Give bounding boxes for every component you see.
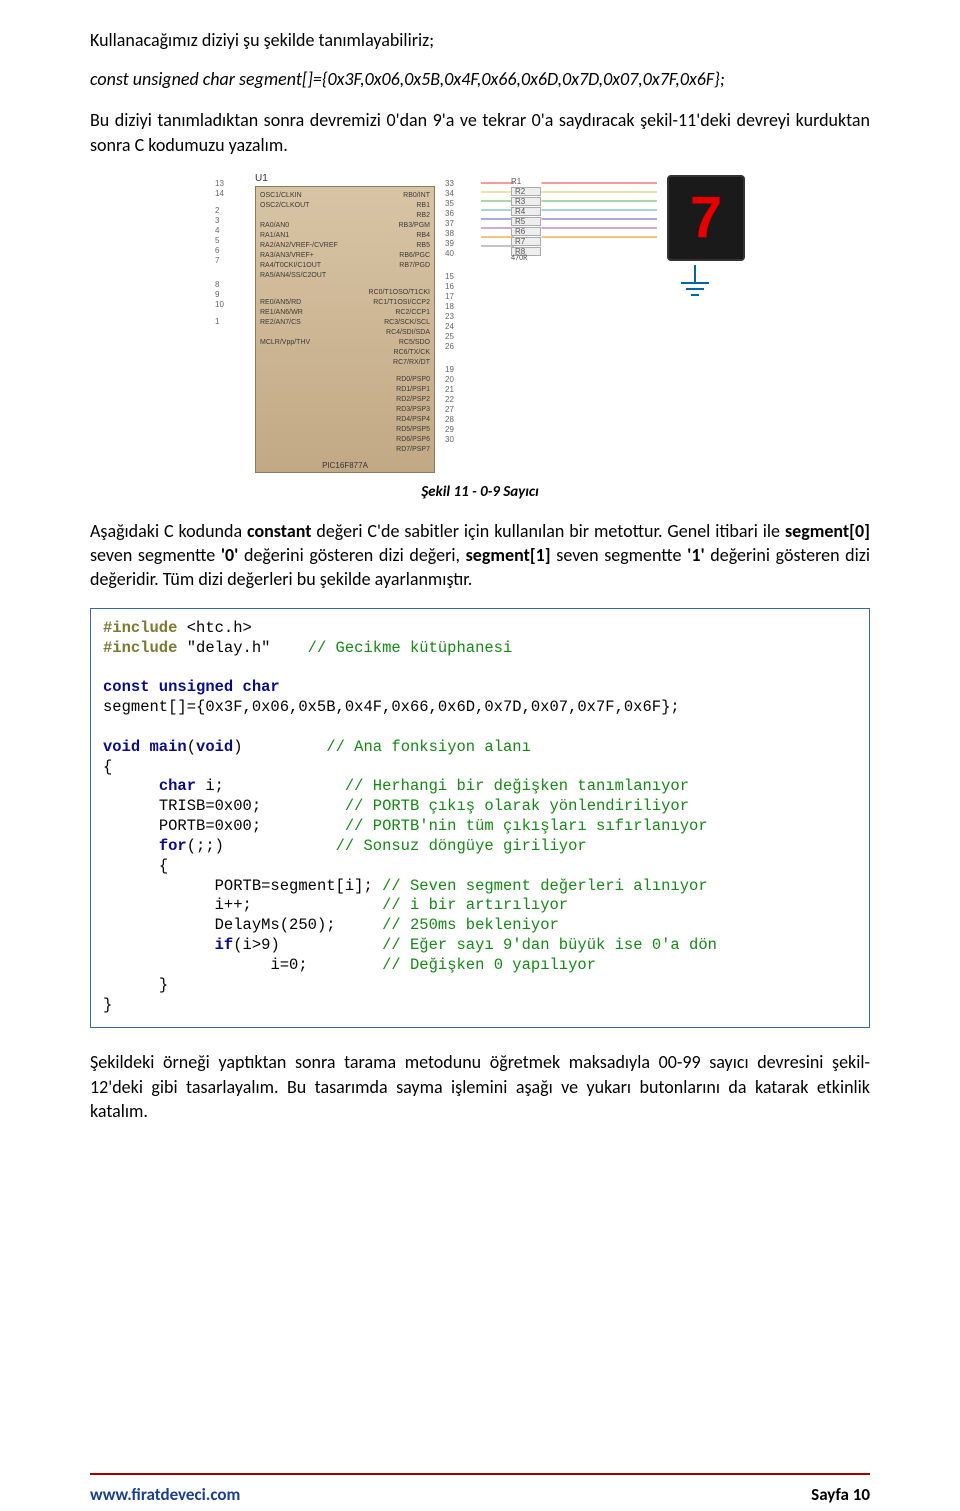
- pin: 19: [445, 365, 471, 374]
- text: değeri C'de sabitler için kullanılan bir…: [311, 520, 785, 542]
- pin: 17: [445, 292, 471, 301]
- pin: 16: [445, 282, 471, 291]
- pin: 28: [445, 415, 471, 424]
- paragraph-outro: Şekildeki örneği yaptıktan sonra tarama …: [90, 1050, 870, 1123]
- pin: 30: [445, 435, 471, 444]
- text-bold: segment[0]: [785, 520, 870, 542]
- pin: 38: [445, 229, 471, 238]
- chip-rows: OSC1/CLKINRB0/INT OSC2/CLKOUTRB1 RB2 RA0…: [260, 191, 430, 454]
- text-bold: segment[1]: [466, 544, 551, 566]
- text: seven segmentte: [551, 544, 687, 566]
- code-block: #include <htc.h> #include "delay.h" // G…: [90, 608, 870, 1029]
- chip-model: PIC16F877A: [260, 459, 430, 470]
- circuit-diagram: 13 14 2 3 4 5 6 7 8 9 10 1 U1: [90, 173, 870, 473]
- text-bold: '1': [687, 544, 705, 566]
- pin: 6: [215, 246, 245, 255]
- array-declaration: const unsigned char segment[]={0x3F,0x06…: [90, 68, 870, 90]
- pin: 4: [215, 226, 245, 235]
- right-side: R1 R2 R3 R4 R5 R6 R7 R8 470R 7: [481, 173, 745, 473]
- pin: 3: [215, 216, 245, 225]
- pin: 8: [215, 280, 245, 289]
- pin: 21: [445, 385, 471, 394]
- pin: 14: [215, 189, 245, 198]
- pin: 23: [445, 312, 471, 321]
- pin: 7: [215, 256, 245, 265]
- pin: 13: [215, 179, 245, 188]
- footer-divider: [90, 1473, 870, 1483]
- pin: 33: [445, 179, 471, 188]
- resistor-header: R1: [511, 177, 541, 186]
- pin: 27: [445, 405, 471, 414]
- chip-ref: U1: [255, 173, 435, 184]
- resistor: R4: [511, 207, 541, 216]
- footer-site: www.firatdeveci.com: [90, 1484, 240, 1505]
- pin: 34: [445, 189, 471, 198]
- text: Aşağıdaki C kodunda: [90, 520, 247, 542]
- pin: 18: [445, 302, 471, 311]
- pin: 22: [445, 395, 471, 404]
- resistor: R6: [511, 227, 541, 236]
- pin: 1: [215, 317, 245, 326]
- page: Kullanacağımız diziyi şu şekilde tanımla…: [0, 0, 960, 1511]
- intro-heading: Kullanacağımız diziyi şu şekilde tanımla…: [90, 28, 870, 52]
- text: seven segmentte: [90, 544, 221, 566]
- text-bold: '0': [221, 544, 239, 566]
- seven-segment-digit: 7: [690, 189, 722, 247]
- chip: OSC1/CLKINRB0/INT OSC2/CLKOUTRB1 RB2 RA0…: [255, 186, 435, 473]
- resistor: R3: [511, 197, 541, 206]
- pin: 29: [445, 425, 471, 434]
- text: değerini gösteren dizi değeri,: [238, 544, 465, 566]
- resistor: R7: [511, 237, 541, 246]
- pin: 36: [445, 209, 471, 218]
- chip-wrap: U1 OSC1/CLKINRB0/INT OSC2/CLKOUTRB1 RB2 …: [255, 173, 435, 473]
- resistor-value: 470R: [511, 253, 528, 263]
- figure-caption: Şekil 11 - 0-9 Sayıcı: [90, 483, 870, 501]
- pin: 39: [445, 239, 471, 248]
- pin: 15: [445, 272, 471, 281]
- pin-numbers-right: 33 34 35 36 37 38 39 40 15 16 17 18 23 2…: [445, 173, 471, 473]
- pin-numbers-left: 13 14 2 3 4 5 6 7 8 9 10 1: [215, 173, 245, 473]
- seven-segment: 7: [667, 175, 745, 261]
- pin: 10: [215, 300, 245, 309]
- pin: 40: [445, 249, 471, 258]
- intro-paragraph: Bu diziyi tanımladıktan sonra devremizi …: [90, 108, 870, 157]
- pin: 5: [215, 236, 245, 245]
- diagram-inner: 13 14 2 3 4 5 6 7 8 9 10 1 U1: [215, 173, 745, 473]
- text-bold: constant: [247, 520, 311, 542]
- pin: 37: [445, 219, 471, 228]
- pin: 35: [445, 199, 471, 208]
- pin: 20: [445, 375, 471, 384]
- ground-icon: [675, 265, 715, 305]
- pin: 9: [215, 290, 245, 299]
- resistor-block: R1 R2 R3 R4 R5 R6 R7 R8: [511, 177, 541, 257]
- pin: 2: [215, 206, 245, 215]
- pin: 26: [445, 342, 471, 351]
- footer-page-number: Sayfa 10: [811, 1484, 870, 1505]
- pin: 25: [445, 332, 471, 341]
- paragraph-constant: Aşağıdaki C kodunda constant değeri C'de…: [90, 519, 870, 592]
- resistor: R2: [511, 187, 541, 196]
- resistor: R5: [511, 217, 541, 226]
- pin: 24: [445, 322, 471, 331]
- footer: www.firatdeveci.com Sayfa 10: [90, 1484, 870, 1505]
